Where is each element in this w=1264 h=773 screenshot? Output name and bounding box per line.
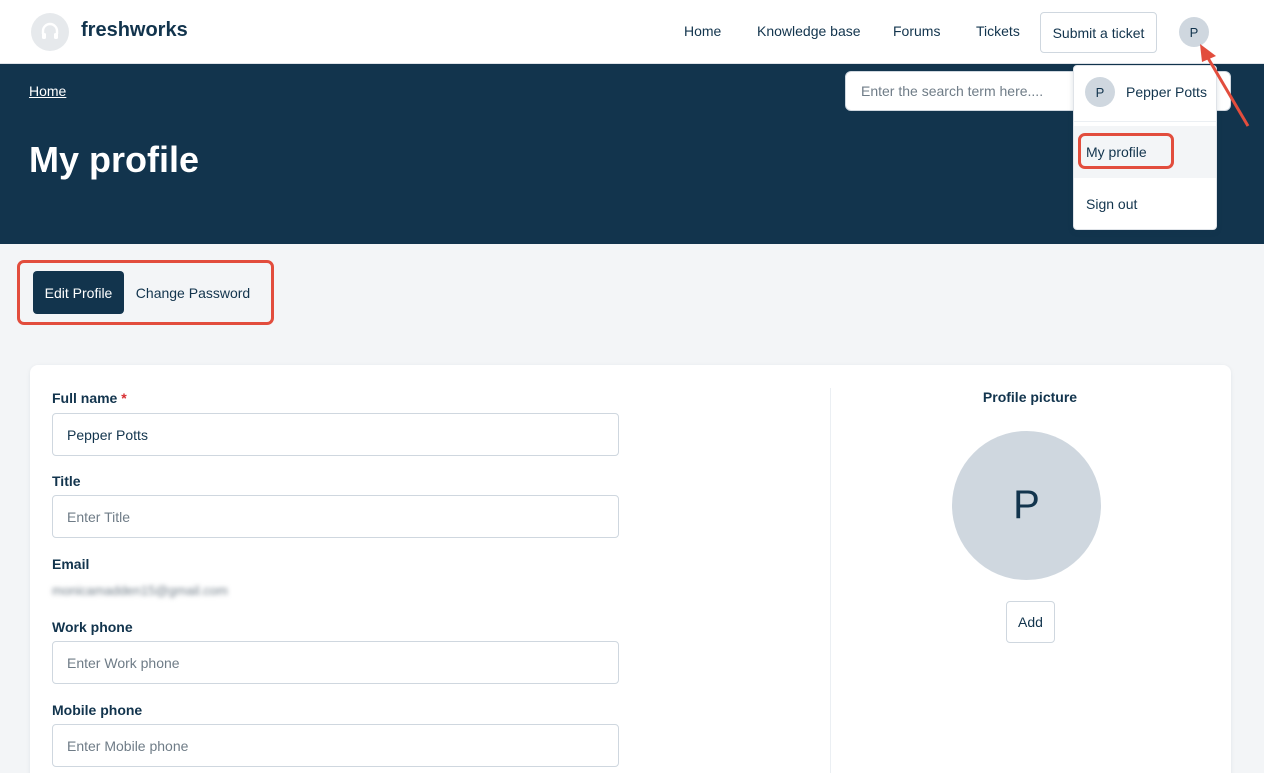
mobile-phone-label: Mobile phone [52,702,143,718]
full-name-field[interactable] [52,413,619,456]
tab-edit-profile[interactable]: Edit Profile [33,271,124,314]
nav-tickets[interactable]: Tickets [976,23,1020,39]
work-phone-label: Work phone [52,619,133,635]
brand-name[interactable]: freshworks [81,19,188,42]
required-marker: * [121,390,127,406]
menu-item-sign-out[interactable]: Sign out [1086,196,1137,212]
add-picture-button[interactable]: Add [1006,601,1055,643]
headset-icon[interactable] [31,13,69,51]
my-profile-highlight [1078,133,1174,169]
mobile-phone-field[interactable] [52,724,619,767]
title-field[interactable] [52,495,619,538]
breadcrumb-home[interactable]: Home [29,83,66,99]
profile-picture-avatar: P [952,431,1101,580]
card-divider [830,388,831,773]
work-phone-field[interactable] [52,641,619,684]
tab-change-password[interactable]: Change Password [131,271,255,314]
email-label: Email [52,556,90,572]
submit-ticket-button[interactable]: Submit a ticket [1040,12,1157,53]
page-title: My profile [29,139,200,180]
arrow-annotation [1200,44,1250,127]
email-value: monicamadden15@gmail.com [52,583,228,598]
nav-forums[interactable]: Forums [893,23,940,39]
full-name-label: Full name * [52,390,127,406]
profile-picture-title: Profile picture [982,389,1078,405]
title-label: Title [52,473,81,489]
user-menu-avatar: P [1085,77,1115,107]
nav-home[interactable]: Home [684,23,721,39]
nav-knowledge-base[interactable]: Knowledge base [757,23,861,39]
